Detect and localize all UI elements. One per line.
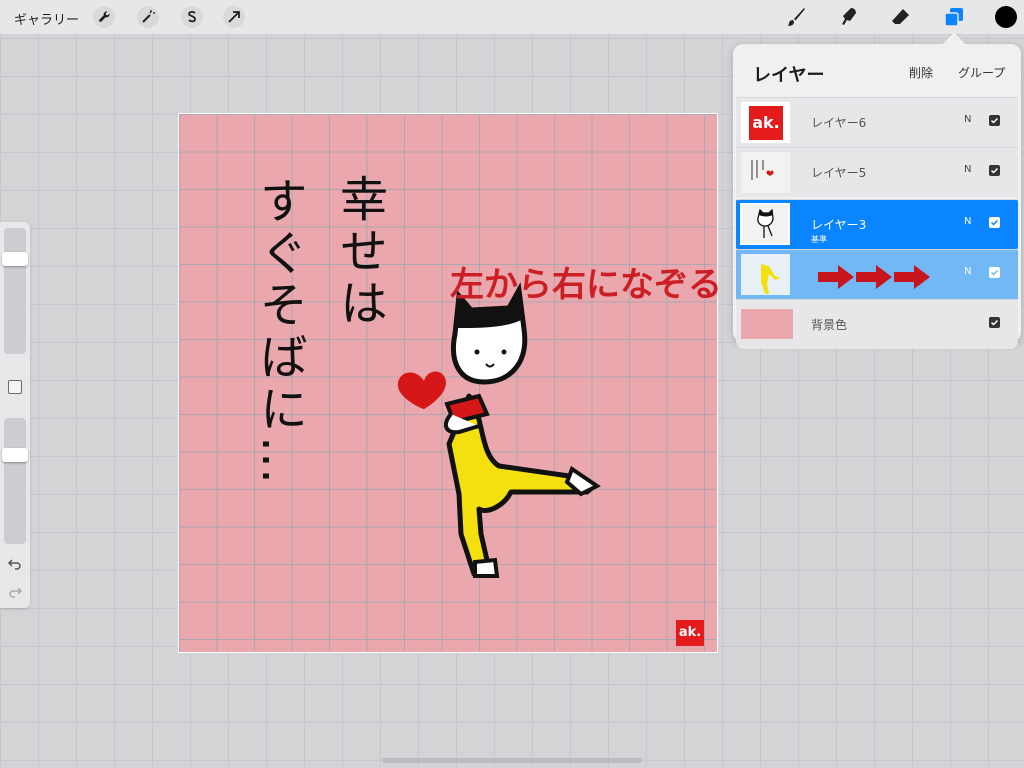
- visibility-checkbox[interactable]: [989, 165, 1000, 176]
- signature-logo: ak.: [676, 620, 704, 646]
- opacity-slider[interactable]: [4, 418, 26, 544]
- opacity-handle[interactable]: [2, 448, 28, 462]
- visibility-checkbox[interactable]: [989, 317, 1000, 328]
- drawing-canvas[interactable]: 幸せは すぐそばに…: [179, 114, 717, 652]
- layer-thumbnail: [741, 254, 790, 295]
- layers-panel: レイヤー 削除 グループ ak. レイヤー6 N レイヤー5 N レイヤー3 基…: [733, 44, 1021, 349]
- arrow-annotation: [818, 265, 930, 289]
- layer-name: 背景色: [811, 318, 848, 332]
- layer-name: レイヤー5: [811, 166, 867, 180]
- sidebar: [0, 222, 30, 608]
- background-color-row[interactable]: 背景色: [736, 299, 1018, 349]
- top-toolbar: ギャラリー: [0, 0, 1024, 35]
- layer-row[interactable]: ak. レイヤー6 N: [736, 97, 1018, 147]
- visibility-checkbox[interactable]: [989, 115, 1000, 126]
- handwritten-line-1: 幸せは: [331, 174, 387, 330]
- transform-arrow-icon[interactable]: [222, 5, 246, 29]
- undo-icon[interactable]: [7, 556, 23, 572]
- layer-thumbnail-logo: ak.: [749, 106, 783, 140]
- layer-thumbnail: [740, 203, 790, 245]
- layer-row-selected[interactable]: レイヤー3 基準 N: [736, 199, 1018, 249]
- home-indicator: [382, 758, 642, 763]
- selection-icon[interactable]: [180, 5, 204, 29]
- blend-mode-button[interactable]: N: [964, 216, 971, 227]
- instruction-overlay: 左から右になぞる: [450, 265, 722, 305]
- visibility-checkbox[interactable]: [989, 217, 1000, 228]
- eraser-icon[interactable]: [889, 5, 913, 29]
- delete-button[interactable]: 削除: [909, 64, 933, 81]
- smudge-icon[interactable]: [837, 5, 861, 29]
- color-picker-button[interactable]: [995, 6, 1017, 28]
- brush-size-handle[interactable]: [2, 252, 28, 266]
- layer-thumbnail: ak.: [741, 102, 790, 143]
- layer-name: レイヤー6: [811, 116, 867, 130]
- layer-thumbnail: [741, 152, 790, 193]
- redo-icon[interactable]: [7, 584, 23, 600]
- blend-mode-button[interactable]: N: [964, 114, 971, 125]
- background-color-swatch[interactable]: [741, 309, 793, 339]
- handwritten-line-2: すぐそばに…: [251, 176, 307, 488]
- blend-mode-button[interactable]: N: [964, 164, 971, 175]
- layer-name: レイヤー3: [811, 218, 867, 232]
- blend-mode-button[interactable]: N: [964, 266, 971, 277]
- wrench-icon[interactable]: [92, 5, 116, 29]
- gallery-button[interactable]: ギャラリー: [14, 9, 79, 28]
- group-button[interactable]: グループ: [958, 64, 1005, 81]
- magic-wand-icon[interactable]: [136, 5, 160, 29]
- modify-button[interactable]: [8, 380, 22, 394]
- layers-title: レイヤー: [753, 65, 825, 86]
- layer-subtitle: 基準: [811, 235, 827, 244]
- brush-size-slider[interactable]: [4, 228, 26, 354]
- layers-icon[interactable]: [942, 5, 966, 29]
- layer-row[interactable]: レイヤー5 N: [736, 147, 1018, 197]
- visibility-checkbox[interactable]: [989, 267, 1000, 278]
- brush-icon[interactable]: [784, 5, 808, 29]
